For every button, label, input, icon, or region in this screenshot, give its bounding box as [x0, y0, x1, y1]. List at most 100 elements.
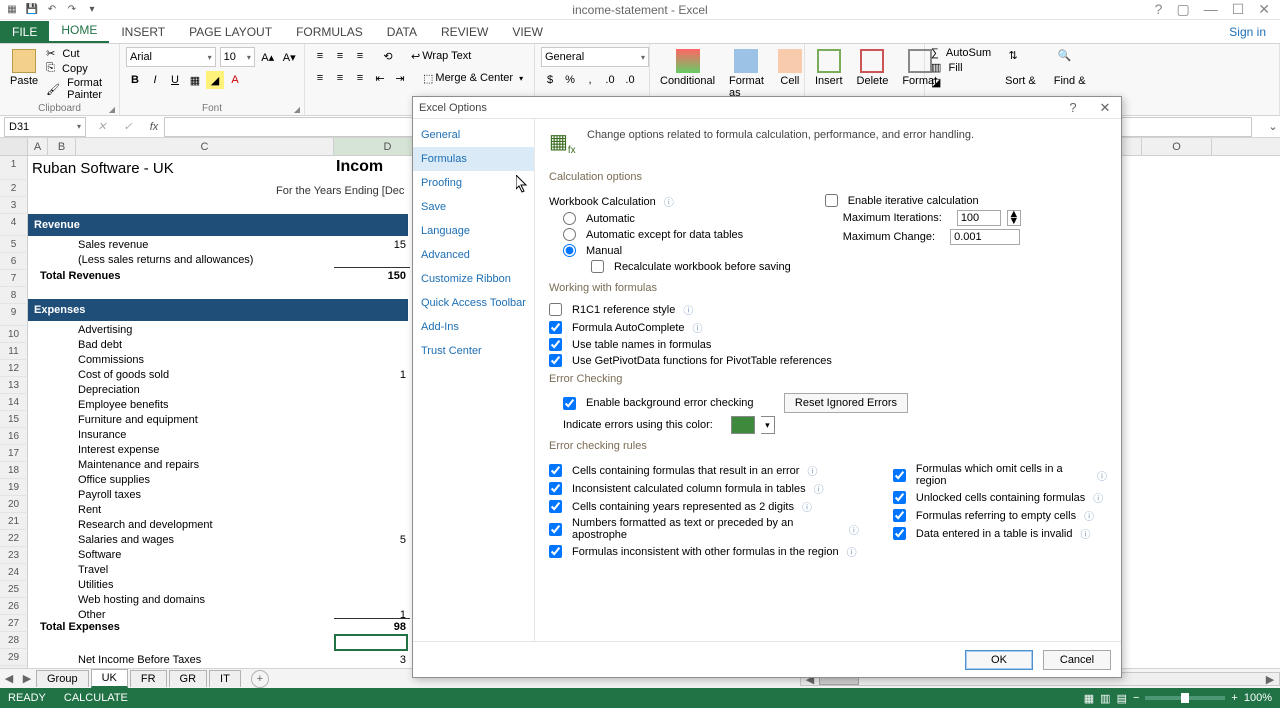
- row-header[interactable]: 3: [0, 197, 28, 214]
- row-header[interactable]: 13: [0, 377, 28, 394]
- col-b[interactable]: B: [48, 138, 76, 155]
- font-face-combo[interactable]: Arial▾: [126, 47, 216, 67]
- error-rule-checkbox[interactable]: [893, 491, 906, 504]
- error-rule-checkbox[interactable]: [893, 469, 906, 482]
- accept-formula-button[interactable]: ✓: [118, 117, 138, 137]
- ok-button[interactable]: OK: [965, 650, 1033, 670]
- options-nav-item[interactable]: Proofing: [413, 171, 534, 195]
- info-icon[interactable]: ⓘ: [1093, 490, 1103, 505]
- cell[interactable]: 5: [334, 531, 410, 548]
- row-header[interactable]: 21: [0, 513, 28, 530]
- info-icon[interactable]: ⓘ: [693, 320, 703, 335]
- info-icon[interactable]: ⓘ: [664, 194, 674, 209]
- iterative-calc-checkbox[interactable]: [825, 194, 838, 207]
- minimize-icon[interactable]: —: [1204, 1, 1218, 18]
- row-header[interactable]: 6: [0, 253, 28, 270]
- tab-nav-next[interactable]: ▶: [18, 672, 36, 685]
- row-header[interactable]: 9: [0, 304, 28, 326]
- info-icon[interactable]: ⓘ: [1080, 526, 1090, 541]
- options-nav-item[interactable]: Language: [413, 219, 534, 243]
- row-header[interactable]: 12: [0, 360, 28, 377]
- options-nav-item[interactable]: Formulas: [413, 147, 534, 171]
- qat-dd-icon[interactable]: ▾: [84, 2, 100, 18]
- row-header[interactable]: 16: [0, 428, 28, 445]
- merge-center-button[interactable]: Merge & Center: [435, 72, 513, 84]
- decrease-decimal-button[interactable]: .0: [621, 71, 639, 89]
- redo-icon[interactable]: ↷: [64, 2, 80, 18]
- info-icon[interactable]: ⓘ: [847, 544, 857, 559]
- info-icon[interactable]: ⓘ: [807, 463, 817, 478]
- calc-manual-radio[interactable]: [563, 244, 576, 257]
- tab-page-layout[interactable]: PAGE LAYOUT: [177, 21, 284, 43]
- row-header[interactable]: 7: [0, 270, 28, 287]
- font-size-combo[interactable]: 10▾: [220, 47, 255, 67]
- tab-view[interactable]: VIEW: [500, 21, 555, 43]
- sheet-tab[interactable]: UK: [91, 669, 128, 688]
- info-icon[interactable]: ⓘ: [849, 522, 859, 537]
- cell[interactable]: Net Income Before Taxes: [76, 651, 201, 668]
- tab-file[interactable]: FILE: [0, 21, 49, 43]
- view-normal-icon[interactable]: ▦: [1084, 692, 1094, 705]
- border-button[interactable]: ▦: [186, 71, 204, 89]
- sort-filter-button[interactable]: ⇅Sort &: [1001, 47, 1040, 89]
- background-error-check-checkbox[interactable]: [563, 397, 576, 410]
- name-box[interactable]: D31▾: [4, 117, 86, 137]
- col-c[interactable]: C: [76, 138, 334, 155]
- max-change-input[interactable]: [950, 229, 1020, 245]
- calc-auto-except-radio[interactable]: [563, 228, 576, 241]
- col-o[interactable]: O: [1142, 138, 1212, 155]
- close-icon[interactable]: ✕: [1089, 100, 1121, 116]
- row-header[interactable]: 10: [0, 326, 28, 343]
- conditional-formatting-button[interactable]: Conditional: [656, 47, 719, 101]
- increase-font-button[interactable]: A▴: [259, 48, 277, 66]
- row-header[interactable]: 4: [0, 214, 28, 236]
- tab-home[interactable]: HOME: [49, 19, 109, 43]
- formula-autocomplete-checkbox[interactable]: [549, 321, 562, 334]
- row-header[interactable]: 5: [0, 236, 28, 253]
- error-rule-checkbox[interactable]: [549, 464, 562, 477]
- tab-nav-prev[interactable]: ◀: [0, 672, 18, 685]
- row-header[interactable]: 8: [0, 287, 28, 304]
- row-header[interactable]: 17: [0, 445, 28, 462]
- zoom-value[interactable]: 100%: [1244, 692, 1272, 704]
- wrap-text-button[interactable]: Wrap Text: [422, 50, 471, 62]
- cell-styles-button[interactable]: Cell: [774, 47, 806, 101]
- row-header[interactable]: 26: [0, 598, 28, 615]
- decrease-font-button[interactable]: A▾: [280, 48, 298, 66]
- cell[interactable]: (Less sales returns and allowances): [76, 251, 253, 268]
- row-header[interactable]: 11: [0, 343, 28, 360]
- error-rule-checkbox[interactable]: [893, 509, 906, 522]
- options-nav-item[interactable]: Save: [413, 195, 534, 219]
- cancel-button[interactable]: Cancel: [1043, 650, 1111, 670]
- error-rule-checkbox[interactable]: [549, 500, 562, 513]
- align-center-button[interactable]: ≡: [331, 69, 349, 87]
- insert-cells-button[interactable]: Insert: [811, 47, 847, 89]
- underline-button[interactable]: U: [166, 71, 184, 89]
- error-rule-checkbox[interactable]: [549, 523, 562, 536]
- error-rule-checkbox[interactable]: [549, 545, 562, 558]
- row-header[interactable]: 19: [0, 479, 28, 496]
- tab-data[interactable]: DATA: [375, 21, 429, 43]
- options-nav-item[interactable]: Quick Access Toolbar: [413, 291, 534, 315]
- cancel-formula-button[interactable]: ✕: [92, 117, 112, 137]
- options-nav-item[interactable]: Trust Center: [413, 339, 534, 363]
- row-header[interactable]: 14: [0, 394, 28, 411]
- cut-button[interactable]: ✂ Cut: [46, 47, 113, 60]
- bold-button[interactable]: B: [126, 71, 144, 89]
- cell[interactable]: 1: [334, 366, 410, 383]
- options-nav-item[interactable]: Advanced: [413, 243, 534, 267]
- view-pagebreak-icon[interactable]: ▤: [1117, 692, 1127, 705]
- delete-cells-button[interactable]: Delete: [853, 47, 893, 89]
- selected-cell[interactable]: [334, 634, 408, 651]
- r1c1-checkbox[interactable]: [549, 303, 562, 316]
- options-nav-item[interactable]: Customize Ribbon: [413, 267, 534, 291]
- fill-button[interactable]: ▥ Fill: [931, 61, 991, 74]
- orientation-button[interactable]: ⟲: [379, 47, 397, 65]
- calc-automatic-radio[interactable]: [563, 212, 576, 225]
- fill-color-button[interactable]: ◢: [206, 71, 224, 89]
- increase-indent-button[interactable]: ⇥: [391, 69, 409, 87]
- row-header[interactable]: 22: [0, 530, 28, 547]
- italic-button[interactable]: I: [146, 71, 164, 89]
- help-icon[interactable]: ?: [1057, 100, 1089, 116]
- undo-icon[interactable]: ↶: [44, 2, 60, 18]
